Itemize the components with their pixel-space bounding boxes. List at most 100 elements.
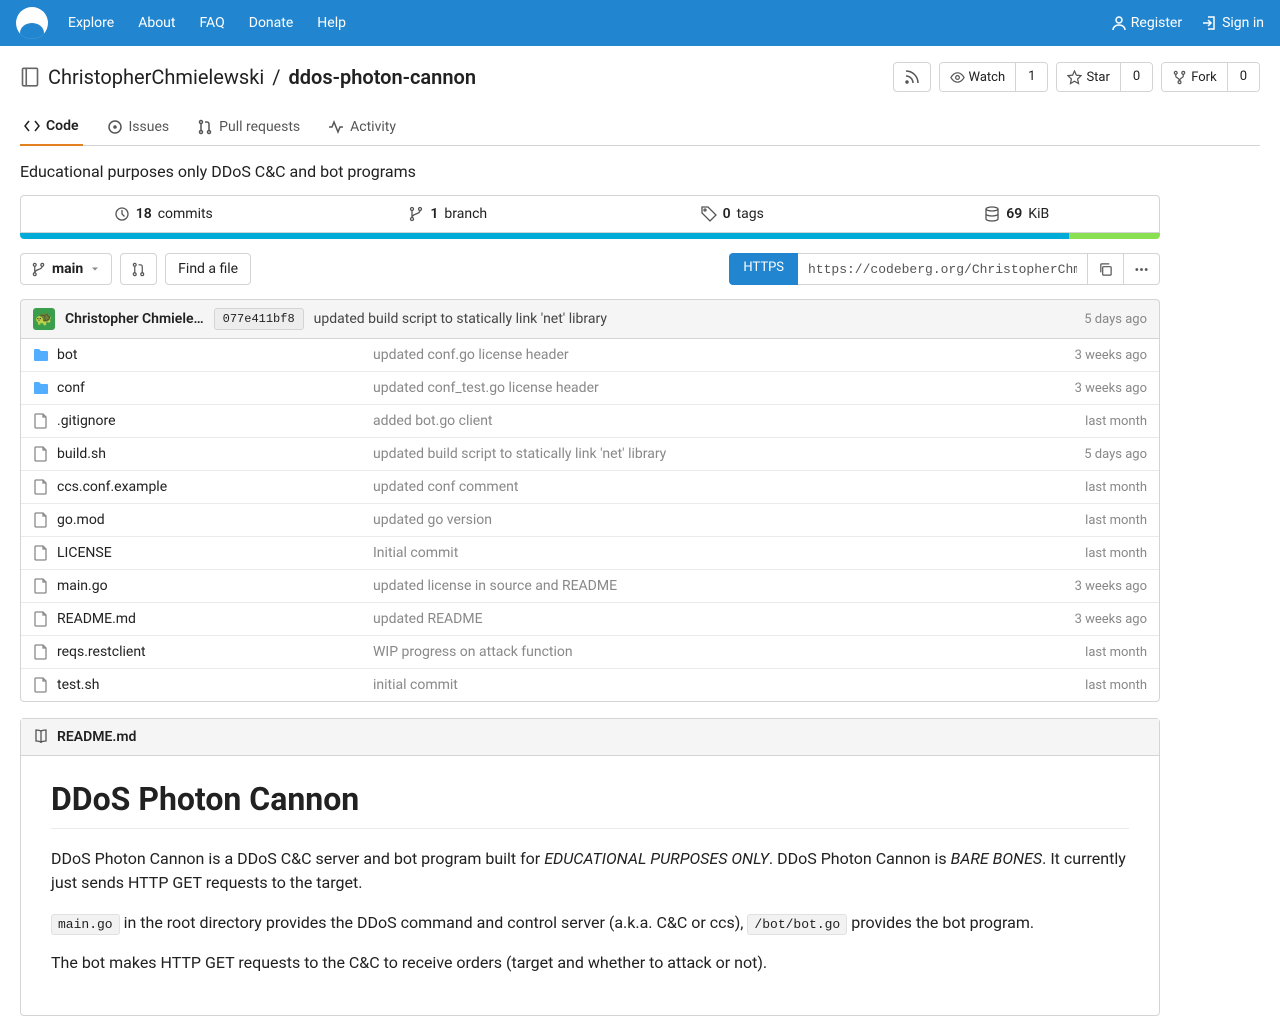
stat-tags[interactable]: 0 tags (590, 196, 875, 232)
branch-selector[interactable]: main (20, 253, 112, 285)
file-time: 3 weeks ago (1075, 348, 1147, 363)
register-link[interactable]: Register (1111, 15, 1182, 31)
tab-code[interactable]: Code (20, 108, 83, 146)
file-row: conf updated conf_test.go license header3… (21, 371, 1159, 404)
file-time: last month (1085, 678, 1147, 693)
file-icon (33, 446, 49, 462)
readme-p2: main.go in the root directory provides t… (51, 911, 1129, 935)
tab-issues[interactable]: Issues (103, 108, 174, 145)
site-logo[interactable] (16, 7, 48, 39)
stat-branches[interactable]: 1 branch (306, 196, 591, 232)
file-name-link[interactable]: bot (57, 347, 77, 363)
branch-name: main (52, 261, 83, 277)
clone-protocol-https[interactable]: HTTPS (729, 253, 798, 285)
folder-icon (33, 347, 49, 363)
fork-label: Fork (1191, 70, 1216, 85)
rss-icon (904, 69, 920, 85)
file-name-link[interactable]: test.sh (57, 677, 99, 693)
star-button[interactable]: Star (1057, 63, 1119, 91)
file-list: botupdated conf.go license header3 weeks… (20, 339, 1160, 702)
fork-button[interactable]: Fork (1162, 63, 1226, 91)
commit-message[interactable]: updated build script to statically link … (314, 311, 1075, 327)
signin-link[interactable]: Sign in (1202, 15, 1264, 31)
copy-url-button[interactable] (1088, 253, 1124, 285)
file-commit-msg[interactable]: updated conf.go license header (373, 347, 1075, 363)
lang-go (20, 233, 1069, 239)
lang-shell (1069, 233, 1160, 239)
file-commit-msg[interactable]: added bot.go client (373, 413, 1085, 429)
file-commit-msg[interactable]: updated README (373, 611, 1075, 627)
file-icon (33, 413, 49, 429)
pull-request-icon (197, 119, 213, 135)
file-commit-msg[interactable]: updated conf comment (373, 479, 1085, 495)
author-name[interactable]: Christopher Chmiele… (65, 311, 204, 327)
file-commit-msg[interactable]: WIP progress on attack function (373, 644, 1085, 660)
nav-help[interactable]: Help (317, 15, 346, 31)
readme-filename: README.md (57, 729, 136, 745)
watch-button[interactable]: Watch (940, 63, 1016, 91)
file-row: test.sh initial commitlast month (21, 668, 1159, 701)
find-file-button[interactable]: Find a file (165, 253, 251, 285)
tab-activity[interactable]: Activity (324, 108, 400, 145)
folder-icon (33, 380, 49, 396)
file-name-link[interactable]: ccs.conf.example (57, 479, 167, 495)
file-name-link[interactable]: .gitignore (57, 413, 116, 429)
file-row: reqs.restclient WIP progress on attack fu… (21, 635, 1159, 668)
compare-button[interactable] (120, 253, 157, 285)
file-name-link[interactable]: main.go (57, 578, 108, 594)
code-icon (24, 118, 40, 134)
file-commit-msg[interactable]: updated license in source and README (373, 578, 1075, 594)
file-name-link[interactable]: build.sh (57, 446, 106, 462)
file-row: ccs.conf.exampleupdated conf commentlast… (21, 470, 1159, 503)
file-commit-msg[interactable]: updated build script to statically link … (373, 446, 1084, 462)
file-time: 3 weeks ago (1075, 612, 1147, 627)
nav-donate[interactable]: Donate (249, 15, 294, 31)
language-bar (20, 233, 1160, 239)
commit-sha[interactable]: 077e411bf8 (214, 308, 304, 330)
file-name-link[interactable]: LICENSE (57, 545, 112, 561)
repo-breadcrumb: ChristopherChmielewski / ddos-photon-can… (20, 65, 476, 89)
file-icon (33, 512, 49, 528)
star-count[interactable]: 0 (1120, 63, 1152, 91)
file-time: 3 weeks ago (1075, 381, 1147, 396)
file-name-link[interactable]: conf (57, 380, 85, 396)
file-name-link[interactable]: go.mod (57, 512, 105, 528)
nav-explore[interactable]: Explore (68, 15, 114, 31)
tab-pulls-label: Pull requests (219, 119, 300, 135)
owner-link[interactable]: ChristopherChmielewski (48, 65, 264, 89)
nav-about[interactable]: About (138, 15, 175, 31)
nav-faq[interactable]: FAQ (199, 15, 224, 31)
kebab-icon (1134, 262, 1149, 277)
rss-button[interactable] (893, 62, 931, 92)
stat-commits[interactable]: 18 commits (21, 196, 306, 232)
compare-icon (131, 262, 146, 277)
file-name-link[interactable]: README.md (57, 611, 136, 627)
history-icon (114, 206, 130, 222)
file-time: last month (1085, 513, 1147, 528)
tab-pulls[interactable]: Pull requests (193, 108, 304, 145)
clone-url-input[interactable] (798, 253, 1088, 285)
repo-name-link[interactable]: ddos-photon-cannon (289, 65, 477, 89)
file-commit-msg[interactable]: updated conf_test.go license header (373, 380, 1075, 396)
file-row: main.go updated license in source and REA… (21, 569, 1159, 602)
star-icon (1067, 70, 1082, 85)
file-time: last month (1085, 546, 1147, 561)
signin-label: Sign in (1222, 15, 1264, 31)
author-avatar[interactable]: 🐢 (33, 308, 55, 330)
more-clone-button[interactable] (1124, 253, 1160, 285)
file-commit-msg[interactable]: Initial commit (373, 545, 1085, 561)
commits-label: commits (158, 206, 213, 222)
tags-label: tags (737, 206, 764, 222)
file-name-link[interactable]: reqs.restclient (57, 644, 146, 660)
readme-header: README.md (21, 719, 1159, 756)
commits-count: 18 (136, 206, 152, 222)
file-commit-msg[interactable]: initial commit (373, 677, 1085, 693)
readme-p1: DDoS Photon Cannon is a DDoS C&C server … (51, 847, 1129, 895)
watch-count[interactable]: 1 (1015, 63, 1047, 91)
book-icon (33, 729, 49, 745)
file-icon (33, 479, 49, 495)
fork-count[interactable]: 0 (1227, 63, 1259, 91)
repo-slash: / (272, 65, 280, 89)
file-commit-msg[interactable]: updated go version (373, 512, 1085, 528)
file-icon (33, 677, 49, 693)
